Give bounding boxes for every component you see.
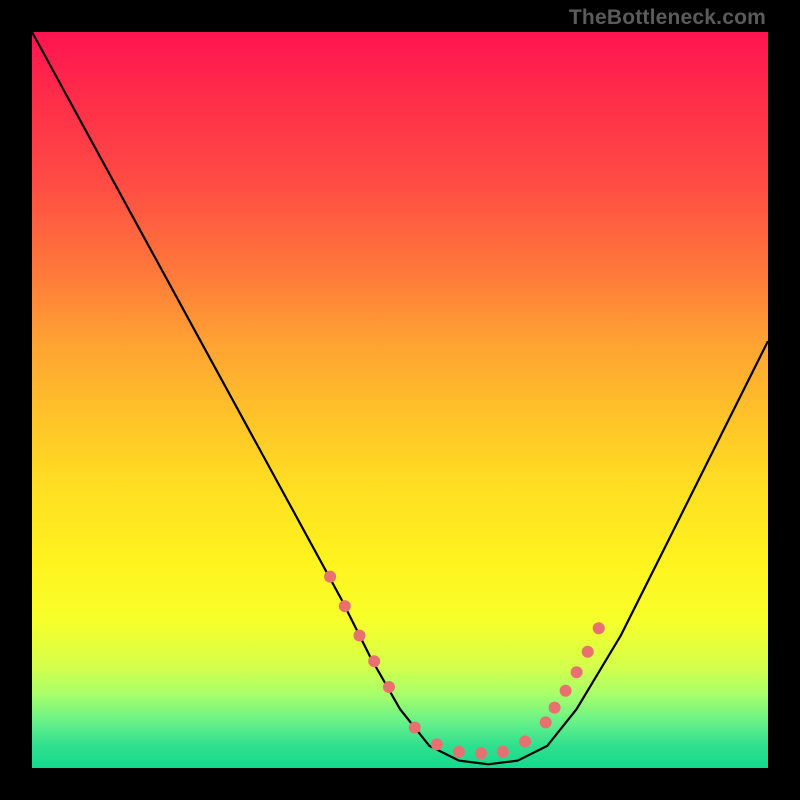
marker-dot xyxy=(560,685,572,697)
marker-dot xyxy=(354,630,366,642)
watermark-label: TheBottleneck.com xyxy=(569,6,766,30)
curve-line xyxy=(32,32,768,764)
marker-dot xyxy=(324,571,336,583)
marker-dot xyxy=(383,681,395,693)
bottleneck-curve xyxy=(32,32,768,764)
marker-dot xyxy=(571,666,583,678)
marker-group xyxy=(324,571,605,760)
chart-svg xyxy=(32,32,768,768)
marker-dot xyxy=(549,702,561,714)
chart-frame: TheBottleneck.com xyxy=(0,0,800,800)
marker-dot xyxy=(431,738,443,750)
marker-dot xyxy=(475,747,487,759)
marker-dot xyxy=(339,600,351,612)
marker-dot xyxy=(582,646,594,658)
marker-dot xyxy=(593,622,605,634)
plot-area xyxy=(32,32,768,768)
marker-dot xyxy=(368,655,380,667)
marker-dot xyxy=(497,746,509,758)
marker-dot xyxy=(519,736,531,748)
marker-dot xyxy=(409,722,421,734)
marker-dot xyxy=(453,746,465,758)
marker-dot xyxy=(540,716,552,728)
